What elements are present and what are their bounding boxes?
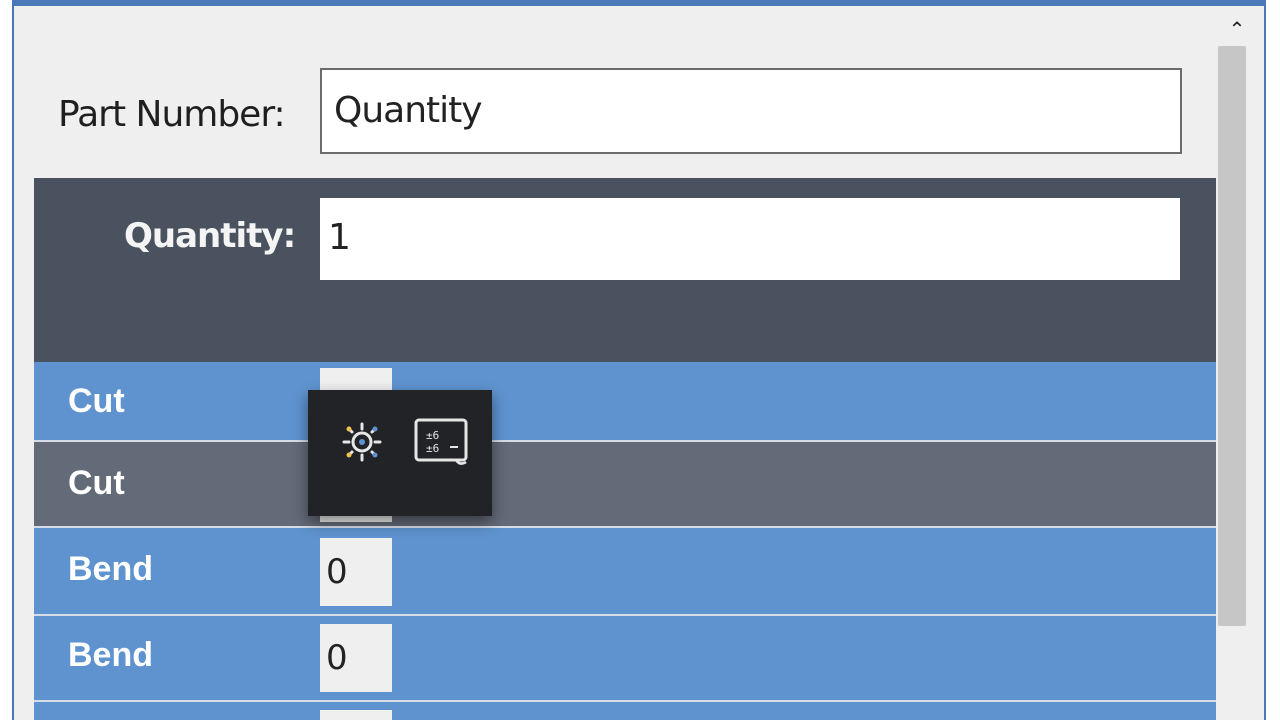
vertical-scrollbar[interactable]: ⌃ (1216, 6, 1264, 720)
svg-text:±6: ±6 (426, 429, 439, 442)
operation-row-bend-2[interactable]: Bend 0 (34, 616, 1216, 702)
dialog-window: Part Number: Quantity Quantity: 1 Cut Cu… (12, 0, 1266, 720)
operation-label: Bend (68, 636, 153, 674)
operation-row-cut-2[interactable]: Cut (34, 442, 1216, 528)
operation-row-next[interactable] (34, 702, 1216, 720)
part-number-row: Part Number: Quantity (14, 6, 1216, 178)
operation-label: Bend (68, 550, 153, 588)
operation-row-bend-1[interactable]: Bend 0 (34, 528, 1216, 616)
part-number-label: Part Number: (58, 94, 286, 135)
quantity-input[interactable]: 1 (320, 198, 1180, 280)
part-number-input[interactable]: Quantity (320, 68, 1182, 154)
context-popup: ±6 ±6 (308, 390, 492, 516)
operation-count-input[interactable] (320, 710, 392, 720)
calculator-panel-icon[interactable]: ±6 ±6 (412, 414, 472, 470)
operation-row-cut-1[interactable]: Cut (34, 362, 1216, 442)
quantity-section: Quantity: 1 (34, 178, 1216, 362)
svg-text:±6: ±6 (426, 442, 439, 455)
operation-label: Cut (68, 382, 125, 420)
quantity-label: Quantity: (124, 216, 296, 256)
operation-count-input[interactable]: 0 (320, 624, 392, 692)
operation-count-input[interactable]: 0 (320, 538, 392, 606)
scroll-up-arrow-icon[interactable]: ⌃ (1226, 18, 1248, 40)
scroll-thumb[interactable] (1218, 46, 1246, 626)
operation-label: Cut (68, 464, 125, 502)
settings-gear-icon[interactable] (332, 414, 392, 470)
